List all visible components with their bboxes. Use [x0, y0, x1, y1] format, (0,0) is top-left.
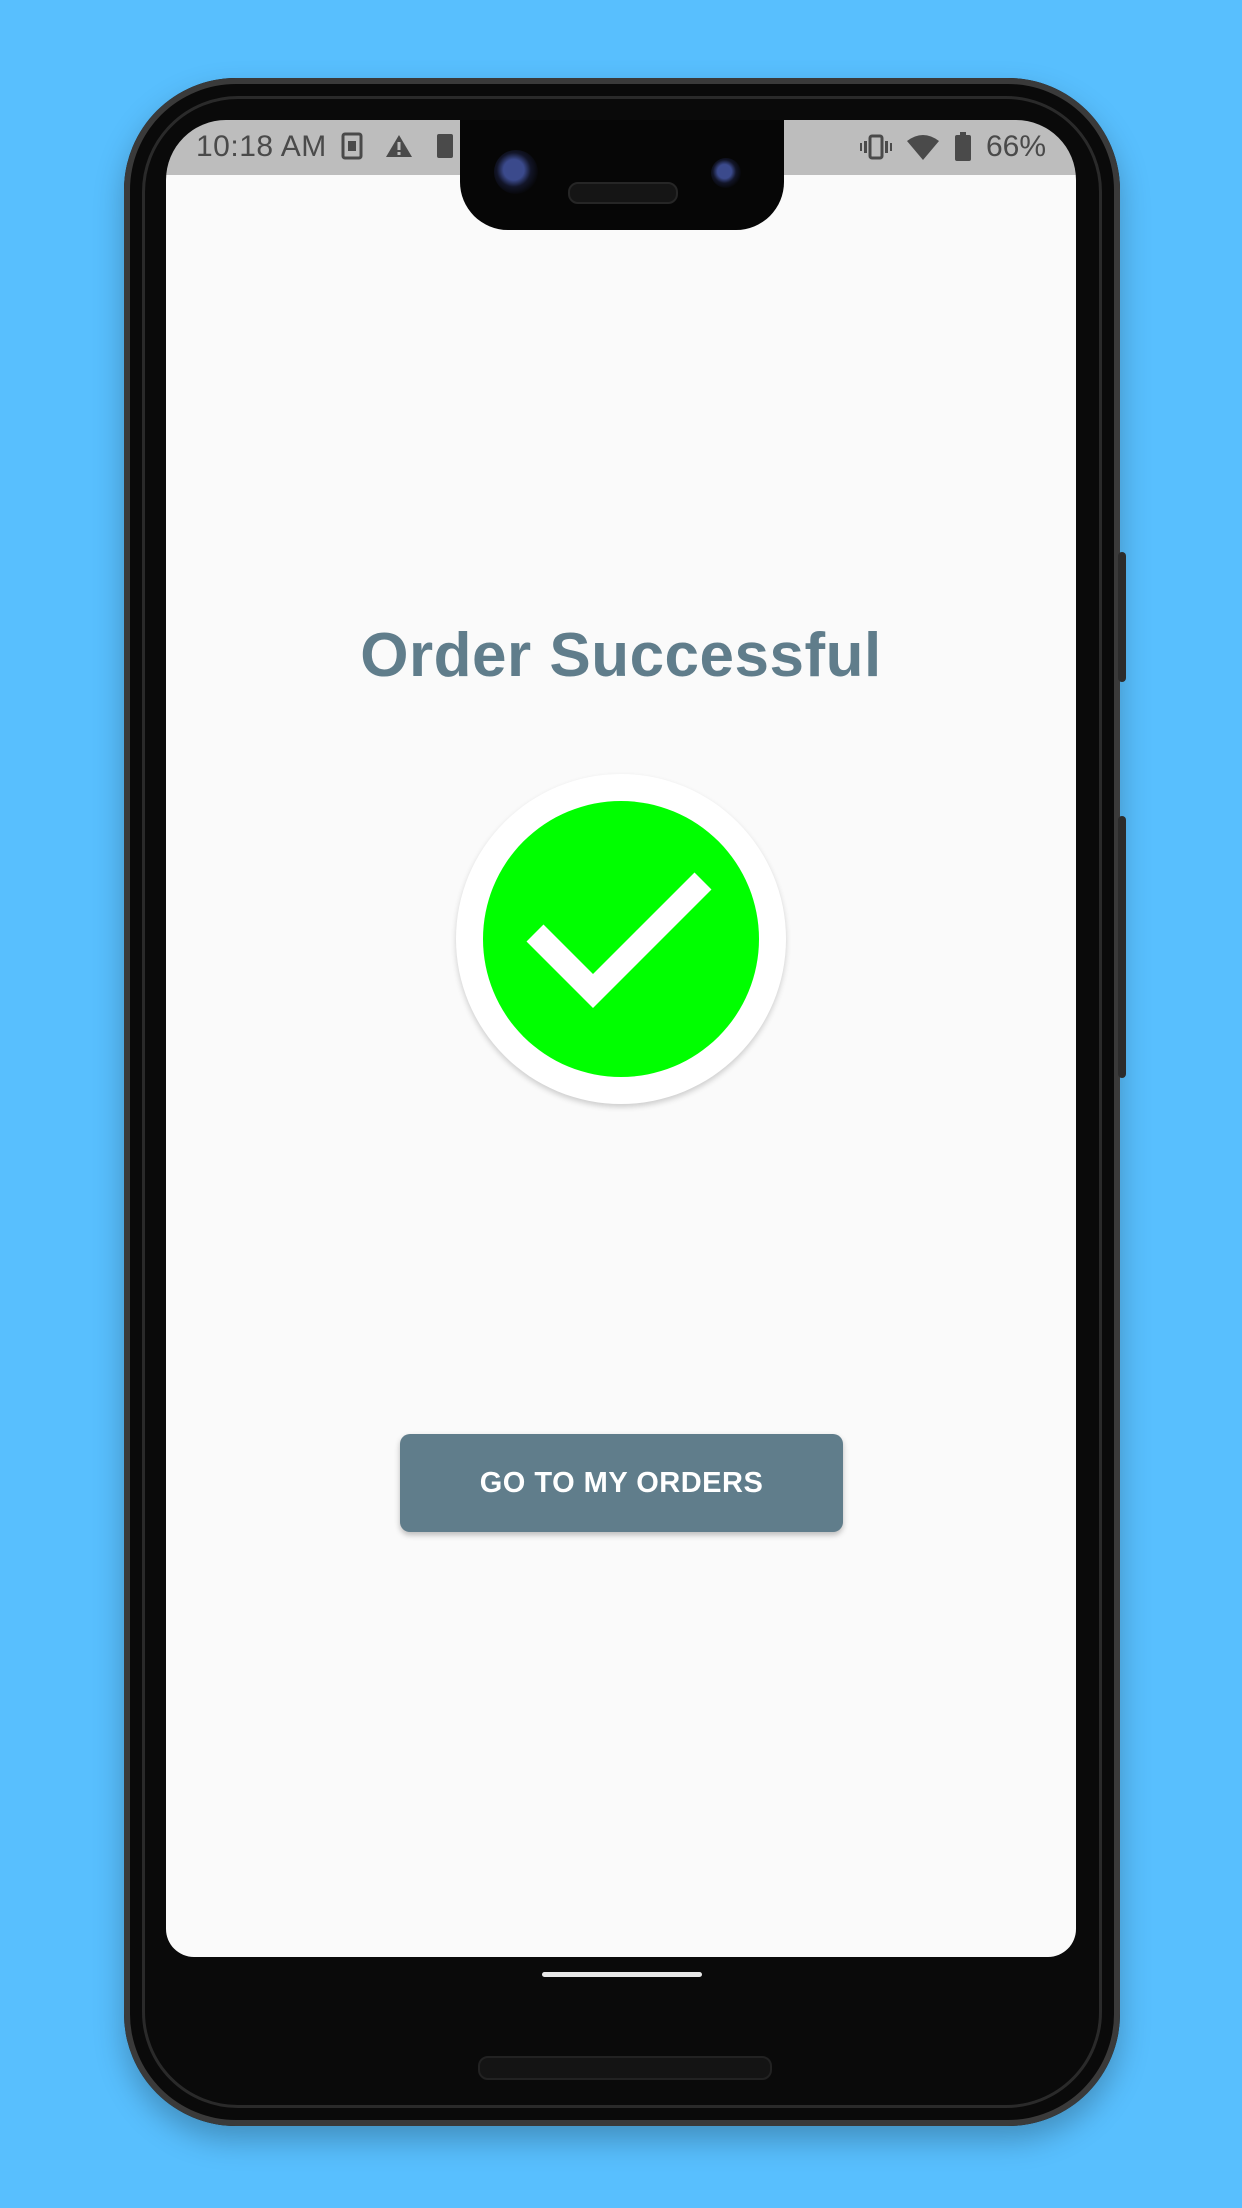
status-icons-right: 66% [859, 130, 1046, 164]
battery-icon [954, 132, 971, 161]
page-title: Order Successful [360, 621, 882, 690]
status-time: 10:18 AM [196, 130, 327, 163]
check-mark-icon [526, 872, 712, 1008]
warning-icon [386, 135, 412, 157]
success-circle [483, 801, 759, 1077]
battery-percentage: 66% [985, 130, 1046, 163]
home-gesture-handle[interactable] [542, 1972, 702, 1977]
go-to-my-orders-button[interactable]: GO TO MY ORDERS [400, 1434, 843, 1532]
front-camera-icon [494, 150, 538, 194]
notification-icon [437, 134, 453, 158]
success-badge [456, 774, 786, 1104]
vibrate-icon [859, 134, 892, 160]
wifi-icon [906, 135, 939, 160]
bottom-speaker [478, 2056, 772, 2080]
sim-card-icon [341, 132, 363, 160]
volume-button [1118, 816, 1126, 1078]
status-icons-left [341, 132, 455, 160]
front-sensor-icon [711, 158, 741, 188]
earpiece-speaker [568, 182, 678, 204]
